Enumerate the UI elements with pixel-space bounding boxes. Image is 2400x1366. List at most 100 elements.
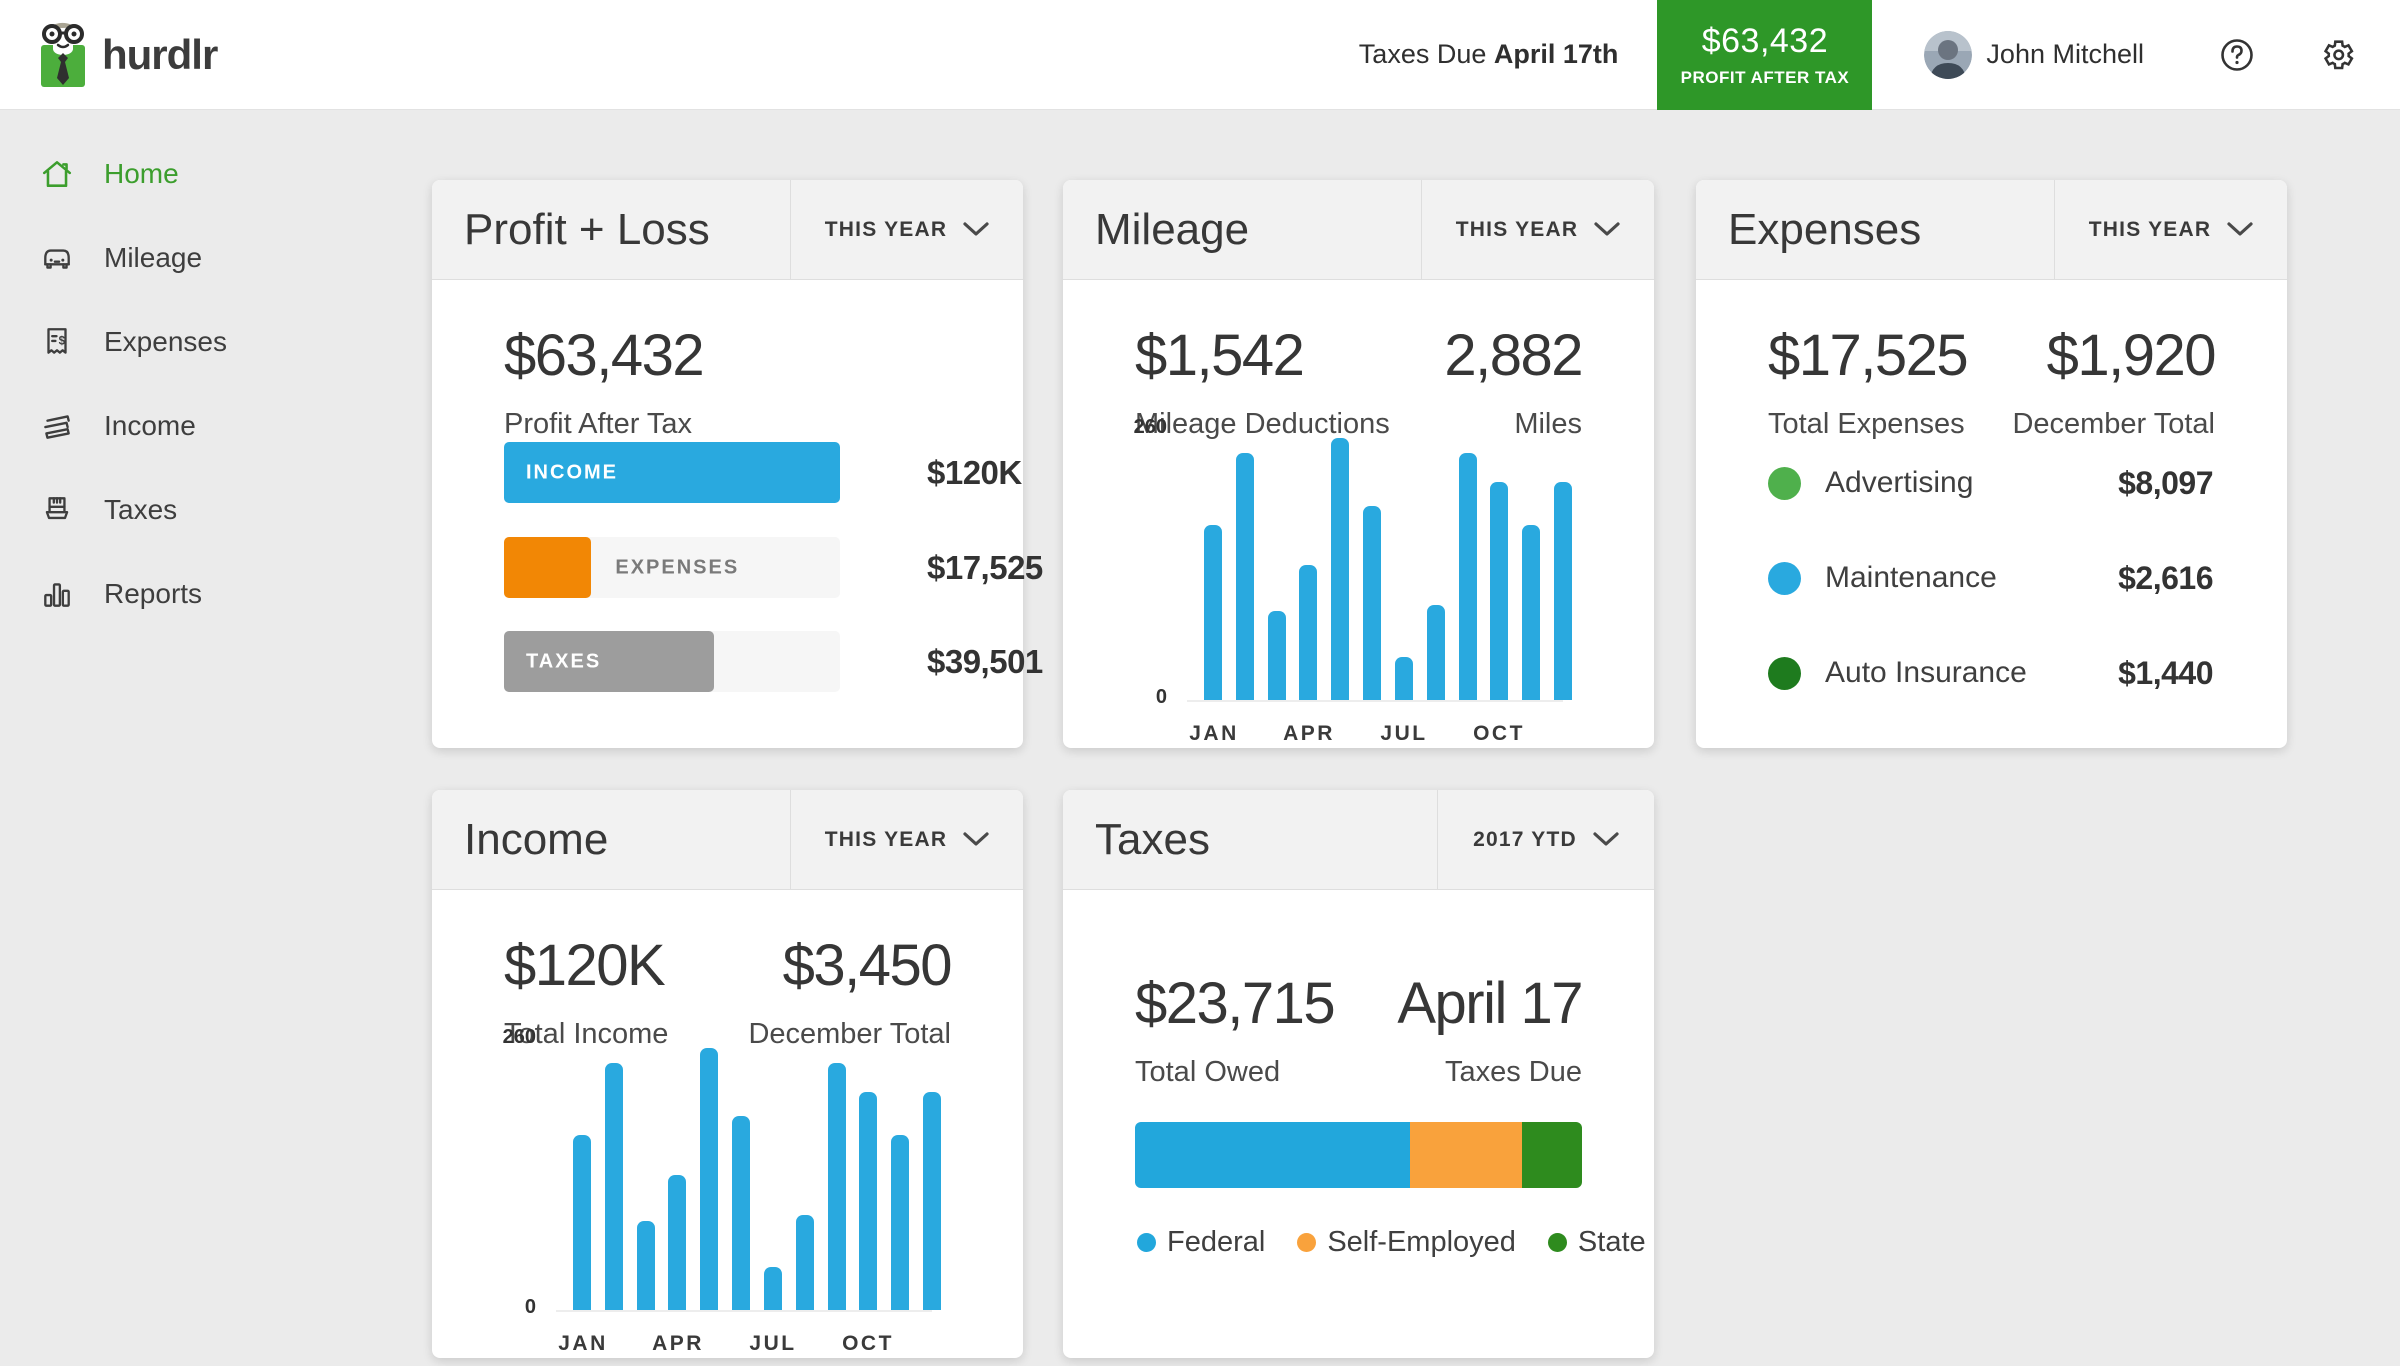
expense-category-row[interactable]: Maintenance $2,616 [1768,546,2213,610]
taxes-bar-track: TAXES [504,631,840,692]
chart-bar-mar [1268,611,1286,700]
december-total-label: December Total [2012,408,2215,441]
total-expenses-amount: $17,525 [1768,322,1967,389]
period-label: THIS YEAR [825,218,947,242]
card-title: Taxes [1063,790,1437,889]
tax-breakdown-stacked-bar [1135,1122,1582,1188]
y-axis-max-label: 260 [452,1026,536,1049]
svg-text:$: $ [59,335,66,348]
taxes-due-label: Taxes Due [1445,1056,1582,1089]
sidebar-item-home[interactable]: Home [40,132,380,216]
tax-legend: Federal Self-Employed State [1137,1226,1646,1259]
card-title: Expenses [1696,180,2054,279]
chart-bar-mar [637,1221,655,1310]
mileage-deductions-amount: $1,542 [1135,322,1303,389]
x-tick-oct: OCT [842,1332,894,1356]
top-header: hurdlr Taxes Due April 17th $63,432 PROF… [0,0,2400,110]
help-icon[interactable] [2220,38,2254,72]
card-title: Profit + Loss [432,180,790,279]
chart-bar-may [1331,438,1349,700]
y-axis-min-label: 0 [452,1296,536,1319]
x-tick-jul: JUL [749,1332,796,1356]
sidebar-item-expenses[interactable]: $ Expenses [40,300,380,384]
cash-stack-icon [40,409,74,443]
income-bar-track: INCOME [504,442,840,503]
total-income-amount: $120K [504,932,664,999]
chart-bar-jun [1363,506,1381,700]
hurdlr-logo[interactable]: hurdlr [36,19,217,91]
expense-category-row[interactable]: Auto Insurance $1,440 [1768,641,2213,705]
user-name[interactable]: John Mitchell [1986,39,2144,70]
sidebar-nav: Home Mileage $ Expenses [40,132,380,636]
federal-segment [1135,1122,1410,1188]
period-label: THIS YEAR [2089,218,2211,242]
hurdlr-logo-icon [36,19,90,91]
category-value: $2,616 [2118,560,2213,597]
income-bar-value: $120K [927,454,1022,492]
chart-bar-jul [764,1267,782,1310]
income-bar-row: INCOME $120K [504,442,840,503]
self-employed-legend-item: Self-Employed [1297,1226,1516,1259]
brand-name: hurdlr [102,31,217,79]
total-owed-label: Total Owed [1135,1056,1280,1089]
x-tick-jan: JAN [1189,722,1239,746]
chart-baseline [556,1310,932,1312]
x-tick-jul: JUL [1380,722,1427,746]
auto-insurance-dot [1768,657,1801,690]
period-label: THIS YEAR [1456,218,1578,242]
december-total-amount: $3,450 [783,932,951,999]
income-card-header: Income THIS YEAR [432,790,1023,890]
chevron-down-icon [1593,832,1619,847]
period-dropdown[interactable]: THIS YEAR [790,790,1023,889]
taxes-card: Taxes 2017 YTD $23,715 Total Owed April … [1063,790,1654,1358]
taxes-due-header: Taxes Due April 17th [1359,39,1619,70]
mileage-card: Mileage THIS YEAR $1,542 Mileage Deducti… [1063,180,1654,748]
chart-bar-dec [923,1092,941,1310]
taxes-due-date: April 17 [1397,970,1582,1037]
chart-bar-feb [1236,453,1254,700]
settings-gear-icon[interactable] [2322,38,2356,72]
user-avatar[interactable] [1924,31,1972,79]
expenses-bar-row: EXPENSES $17,525 [504,537,840,598]
sidebar-item-taxes[interactable]: Taxes [40,468,380,552]
expense-category-row[interactable]: Advertising $8,097 [1768,451,2213,515]
chart-bar-sep [1459,453,1477,700]
income-card: Income THIS YEAR $120K Total Income $3,4… [432,790,1023,1358]
sidebar-item-label: Taxes [104,494,177,526]
legend-label: Self-Employed [1327,1226,1516,1259]
chart-bar-jan [573,1135,591,1310]
receipt-icon: $ [40,325,74,359]
profit-after-tax-badge[interactable]: $63,432 PROFIT AFTER TAX [1657,0,1872,110]
december-total-amount: $1,920 [2047,322,2215,389]
sidebar-item-income[interactable]: Income [40,384,380,468]
taxes-bar-row: TAXES $39,501 [504,631,840,692]
sidebar-item-mileage[interactable]: Mileage [40,216,380,300]
expenses-bar-fill [504,537,591,598]
expenses-card: Expenses THIS YEAR $17,525 Total Expense… [1696,180,2287,748]
y-axis-min-label: 0 [1083,686,1167,709]
mileage-bar-chart [1204,428,1572,700]
advertising-dot [1768,467,1801,500]
period-label: 2017 YTD [1473,828,1577,852]
y-axis-max-label: 260 [1083,416,1167,439]
top-hat-icon [40,493,74,527]
chart-bar-sep [828,1063,846,1310]
chevron-down-icon [1594,222,1620,237]
chart-bar-apr [1299,565,1317,700]
expenses-bar-track: EXPENSES [504,537,840,598]
federal-dot [1137,1233,1156,1252]
legend-label: State [1578,1226,1646,1259]
period-dropdown[interactable]: 2017 YTD [1437,790,1654,889]
period-dropdown[interactable]: THIS YEAR [1421,180,1654,279]
total-owed-amount: $23,715 [1135,970,1334,1037]
profit-after-tax-amount: $63,432 [504,322,703,389]
chart-bar-may [700,1048,718,1310]
category-name: Advertising [1825,466,1973,500]
period-dropdown[interactable]: THIS YEAR [790,180,1023,279]
card-title: Mileage [1063,180,1421,279]
legend-label: Federal [1167,1226,1265,1259]
period-dropdown[interactable]: THIS YEAR [2054,180,2287,279]
sidebar-item-reports[interactable]: Reports [40,552,380,636]
self-employed-segment [1410,1122,1521,1188]
x-tick-oct: OCT [1473,722,1525,746]
